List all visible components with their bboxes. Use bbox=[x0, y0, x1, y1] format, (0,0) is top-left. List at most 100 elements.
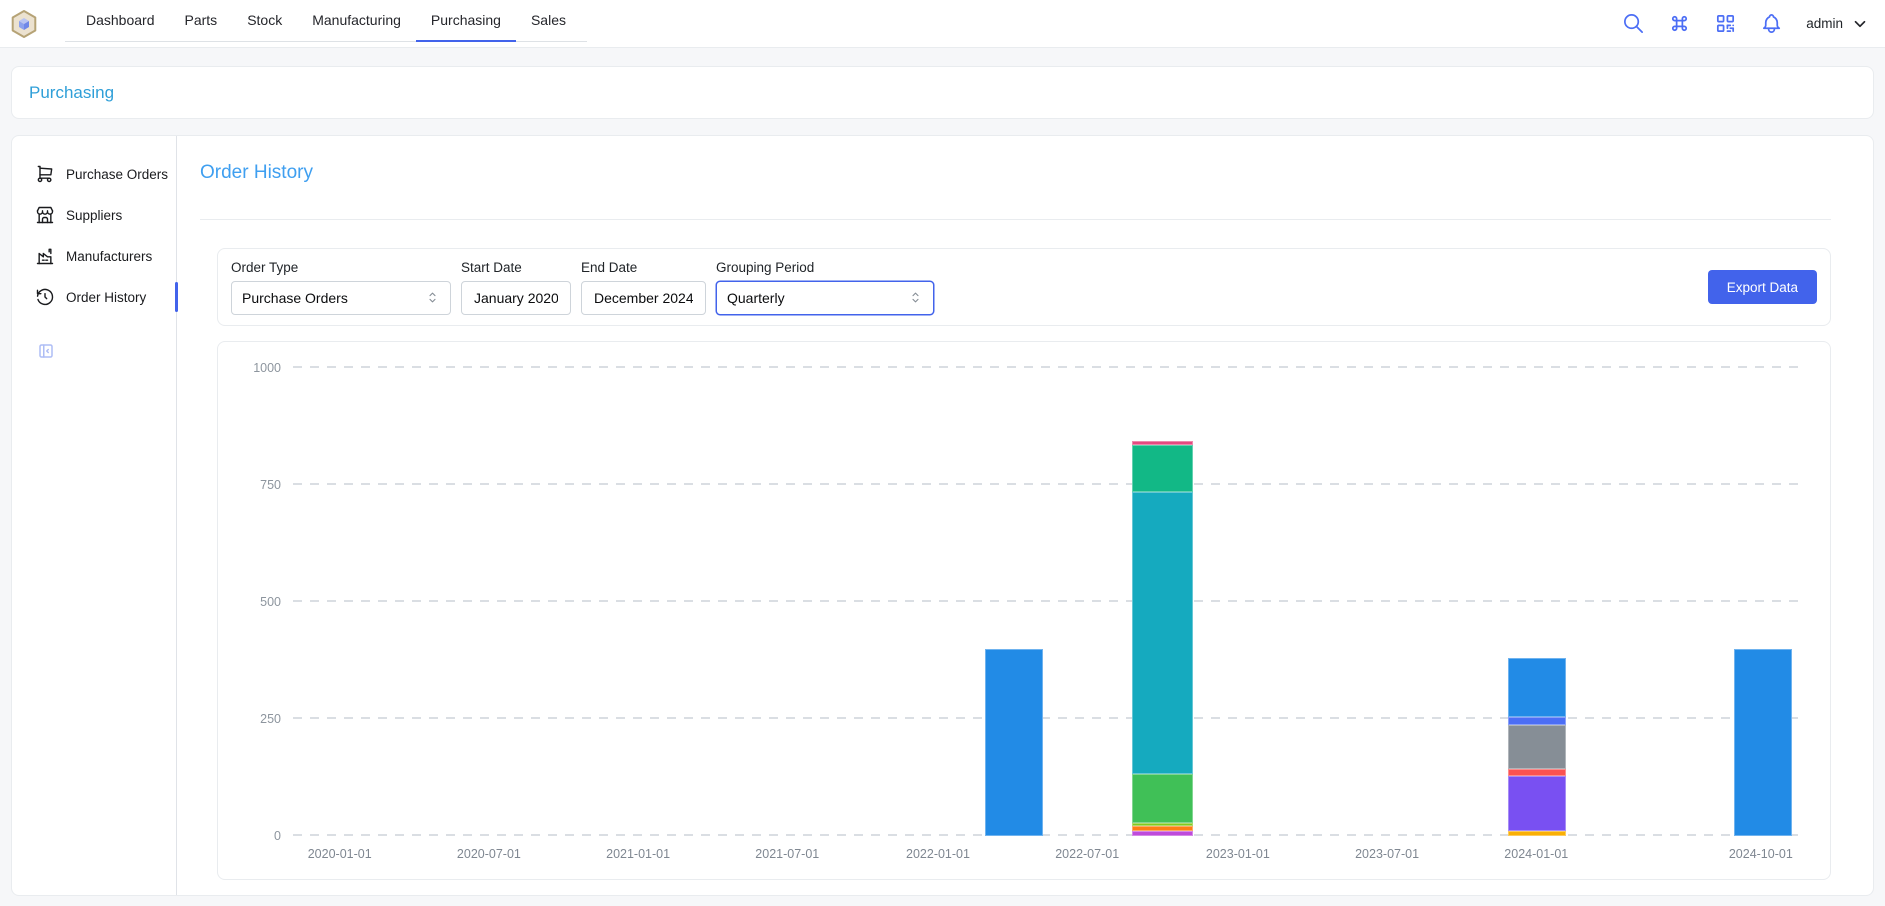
page-title: Order History bbox=[200, 162, 313, 184]
filter-bar: Order Type Purchase Orders Start Date En… bbox=[217, 248, 1831, 326]
gridline bbox=[293, 717, 1800, 719]
nav-tab-label: Dashboard bbox=[86, 12, 155, 28]
y-axis-tick-label: 250 bbox=[235, 712, 281, 726]
x-axis-tick-label: 2022-07-01 bbox=[1055, 847, 1119, 861]
x-axis-tick-label: 2020-07-01 bbox=[457, 847, 521, 861]
y-axis-tick-label: 1000 bbox=[235, 361, 281, 375]
order-history-chart: 0 250 500 750 1000 2020-01-01 2020-07-01 2021-0… bbox=[217, 341, 1831, 880]
user-menu[interactable]: admin bbox=[1806, 15, 1869, 33]
order-type-label: Order Type bbox=[231, 260, 451, 275]
grouping-period-select[interactable]: Quarterly bbox=[716, 281, 934, 315]
chart-bar-2022-04-01[interactable] bbox=[985, 357, 1044, 836]
x-axis-tick-label: 2020-01-01 bbox=[308, 847, 372, 861]
chart-bar-2022-10-01[interactable] bbox=[1132, 357, 1192, 836]
x-axis-tick-label: 2023-07-01 bbox=[1355, 847, 1419, 861]
sidebar-item-order-history[interactable]: Order History bbox=[12, 278, 176, 316]
gridline bbox=[293, 366, 1800, 368]
x-axis-tick-label: 2023-01-01 bbox=[1206, 847, 1270, 861]
nav-tab-sales[interactable]: Sales bbox=[516, 0, 581, 42]
chart-bar-2024-10-01[interactable] bbox=[1734, 357, 1793, 836]
bar-segment[interactable] bbox=[1508, 831, 1567, 836]
sidebar-item-label: Manufacturers bbox=[66, 249, 152, 264]
start-date-input-wrap bbox=[461, 281, 571, 315]
nav-tab-stock[interactable]: Stock bbox=[232, 0, 297, 42]
bar-segment[interactable] bbox=[1132, 774, 1192, 823]
grouping-period-value: Quarterly bbox=[727, 290, 908, 306]
x-axis-tick-label: 2024-01-01 bbox=[1504, 847, 1568, 861]
search-icon[interactable] bbox=[1622, 12, 1645, 35]
sidebar-item-label: Suppliers bbox=[66, 208, 122, 223]
nav-tab-purchasing[interactable]: Purchasing bbox=[416, 0, 516, 42]
x-axis-tick-label: 2022-01-01 bbox=[906, 847, 970, 861]
bar-segment[interactable] bbox=[1508, 769, 1567, 776]
sidebar-item-label: Purchase Orders bbox=[66, 167, 168, 182]
start-date-label: Start Date bbox=[461, 260, 571, 275]
chevron-down-icon bbox=[1851, 15, 1869, 33]
order-type-field: Order Type Purchase Orders bbox=[231, 260, 451, 315]
bar-segment[interactable] bbox=[1508, 725, 1567, 769]
nav-tab-manufacturing[interactable]: Manufacturing bbox=[297, 0, 416, 42]
nav-tab-label: Purchasing bbox=[431, 12, 501, 28]
sidebar-item-suppliers[interactable]: Suppliers bbox=[12, 196, 176, 234]
nav-tab-label: Sales bbox=[531, 12, 566, 28]
purchasing-panel: Purchase Orders Suppliers Manufacturers … bbox=[11, 135, 1874, 896]
qrcode-scan-icon[interactable] bbox=[1714, 12, 1737, 35]
x-axis-tick-label: 2024-10-01 bbox=[1729, 847, 1793, 861]
sidebar-item-purchase-orders[interactable]: Purchase Orders bbox=[12, 155, 176, 193]
order-type-select[interactable]: Purchase Orders bbox=[231, 281, 451, 315]
x-axis-tick-label: 2021-01-01 bbox=[606, 847, 670, 861]
command-icon[interactable] bbox=[1668, 12, 1691, 35]
sidebar-collapse-icon[interactable] bbox=[37, 342, 55, 360]
notifications-bell-icon[interactable] bbox=[1760, 12, 1783, 35]
chart-bar-2024-01-01[interactable] bbox=[1508, 357, 1567, 836]
sidebar: Purchase Orders Suppliers Manufacturers … bbox=[12, 136, 177, 895]
chart-plot-area: 025050075010002020-01-012020-07-012021-0… bbox=[293, 357, 1800, 836]
y-axis-tick-label: 0 bbox=[235, 829, 281, 843]
y-axis-tick-label: 500 bbox=[235, 595, 281, 609]
start-date-field: Start Date bbox=[461, 260, 571, 315]
bar-segment[interactable] bbox=[1132, 492, 1192, 774]
top-navbar: Dashboard Parts Stock Manufacturing Purc… bbox=[0, 0, 1885, 48]
bar-segment[interactable] bbox=[1508, 658, 1567, 717]
order-type-value: Purchase Orders bbox=[242, 290, 425, 306]
bar-segment[interactable] bbox=[1132, 831, 1192, 836]
x-axis-tick-label: 2021-07-01 bbox=[755, 847, 819, 861]
username-label: admin bbox=[1806, 16, 1843, 31]
sidebar-item-manufacturers[interactable]: Manufacturers bbox=[12, 237, 176, 275]
breadcrumb: Purchasing bbox=[11, 66, 1874, 119]
bar-segment[interactable] bbox=[985, 649, 1044, 836]
shopping-cart-icon bbox=[35, 164, 55, 184]
bar-segment[interactable] bbox=[1508, 776, 1567, 831]
order-history-panel: Order History Order Type Purchase Orders… bbox=[178, 136, 1873, 895]
building-factory-icon bbox=[35, 246, 55, 266]
bar-segment[interactable] bbox=[1508, 717, 1567, 725]
main-nav-tabs: Dashboard Parts Stock Manufacturing Purc… bbox=[65, 0, 587, 42]
title-divider bbox=[200, 219, 1831, 220]
nav-tab-parts[interactable]: Parts bbox=[170, 0, 233, 42]
export-data-button[interactable]: Export Data bbox=[1708, 270, 1817, 304]
start-date-input[interactable] bbox=[472, 289, 560, 307]
y-axis-tick-label: 750 bbox=[235, 478, 281, 492]
nav-tab-label: Parts bbox=[185, 12, 218, 28]
nav-tab-label: Stock bbox=[247, 12, 282, 28]
gridline bbox=[293, 834, 1800, 836]
chevron-up-down-icon bbox=[425, 290, 440, 305]
nav-tab-label: Manufacturing bbox=[312, 12, 401, 28]
building-store-icon bbox=[35, 205, 55, 225]
gridline bbox=[293, 600, 1800, 602]
history-clock-icon bbox=[35, 287, 55, 307]
grouping-period-label: Grouping Period bbox=[716, 260, 934, 275]
bar-segment[interactable] bbox=[1734, 649, 1793, 836]
end-date-field: End Date bbox=[581, 260, 706, 315]
grouping-period-field: Grouping Period Quarterly bbox=[716, 260, 934, 315]
chevron-up-down-icon bbox=[908, 290, 923, 305]
sidebar-item-label: Order History bbox=[66, 290, 146, 305]
gridline bbox=[293, 483, 1800, 485]
end-date-input[interactable] bbox=[592, 289, 695, 307]
end-date-input-wrap bbox=[581, 281, 706, 315]
breadcrumb-link-purchasing[interactable]: Purchasing bbox=[29, 83, 114, 103]
nav-tab-dashboard[interactable]: Dashboard bbox=[71, 0, 170, 42]
header-actions: admin bbox=[1622, 12, 1869, 35]
bar-segment[interactable] bbox=[1132, 445, 1192, 492]
app-logo-icon[interactable] bbox=[9, 9, 39, 39]
